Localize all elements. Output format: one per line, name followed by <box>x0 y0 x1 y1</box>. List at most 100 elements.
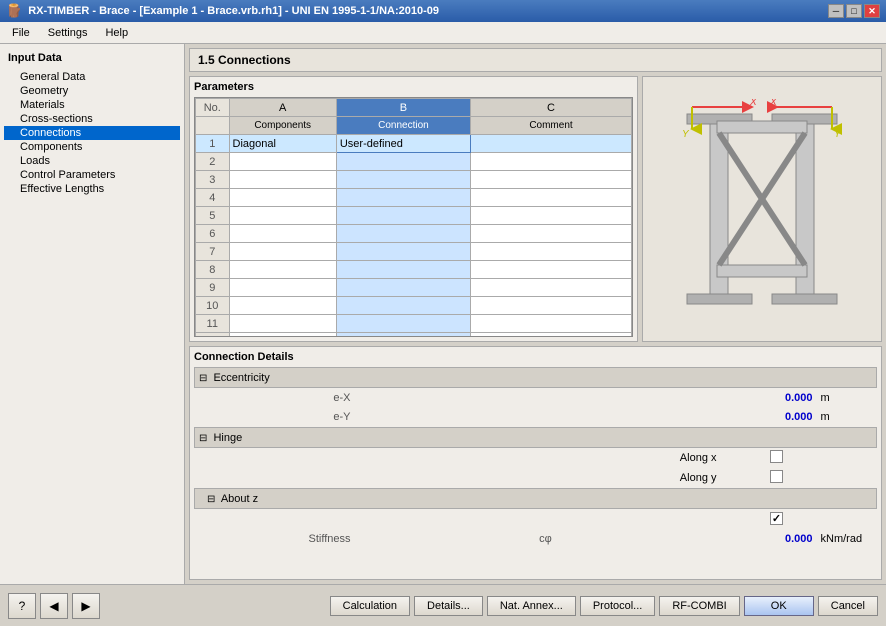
menu-settings[interactable]: Settings <box>40 25 96 41</box>
about-z-checkbox[interactable]: ✓ <box>737 509 817 529</box>
row-11-no: 11 <box>196 315 230 333</box>
connection-details-table: ⊟ Eccentricity e-X 0.000 m e-Y 0.000 <box>194 367 877 549</box>
row-2-connection[interactable] <box>336 153 470 171</box>
row-7-no: 7 <box>196 243 230 261</box>
bottom-bar: ? ◀ ▶ Calculation Details... Nat. Annex.… <box>0 584 886 626</box>
details-button[interactable]: Details... <box>414 596 483 616</box>
table-row[interactable]: 12 <box>196 333 632 338</box>
row-12-no: 12 <box>196 333 230 338</box>
table-container[interactable]: No. A B C Components Connection Comment <box>194 97 633 337</box>
next-button[interactable]: ▶ <box>72 593 100 619</box>
eccentricity-header: ⊟ Eccentricity <box>195 368 877 388</box>
row-6-no: 6 <box>196 225 230 243</box>
bottom-right-buttons: Calculation Details... Nat. Annex... Pro… <box>330 596 878 616</box>
along-x-label: Along x <box>195 448 737 469</box>
table-row[interactable]: 6 <box>196 225 632 243</box>
table-row[interactable]: 10 <box>196 297 632 315</box>
help-button[interactable]: ? <box>8 593 36 619</box>
row-9-no: 9 <box>196 279 230 297</box>
sidebar-item-components[interactable]: Components <box>4 140 180 154</box>
sidebar-item-control-parameters[interactable]: Control Parameters <box>4 168 180 182</box>
col-subheader-no <box>196 117 230 135</box>
about-z-checkbox-row: ✓ <box>195 509 877 529</box>
sidebar-item-cross-sections[interactable]: Cross-sections <box>4 112 180 126</box>
sidebar-item-loads[interactable]: Loads <box>4 154 180 168</box>
row-1-no: 1 <box>196 135 230 153</box>
hinge-collapse-btn[interactable]: ⊟ <box>199 433 207 444</box>
along-y-checkbox[interactable] <box>737 468 817 489</box>
table-row[interactable]: 3 <box>196 171 632 189</box>
along-x-checkbox[interactable] <box>737 448 817 469</box>
prev-button[interactable]: ◀ <box>40 593 68 619</box>
hinge-label: Hinge <box>213 432 242 444</box>
cancel-button[interactable]: Cancel <box>818 596 878 616</box>
ok-button[interactable]: OK <box>744 596 814 616</box>
svg-text:X: X <box>749 99 757 108</box>
menu-help[interactable]: Help <box>97 25 136 41</box>
title-text: RX-TIMBER - Brace - [Example 1 - Brace.v… <box>28 5 439 17</box>
params-table: No. A B C Components Connection Comment <box>195 98 632 337</box>
table-row[interactable]: 7 <box>196 243 632 261</box>
table-row[interactable]: 9 <box>196 279 632 297</box>
ex-value[interactable]: 0.000 <box>737 388 817 408</box>
row-1-component[interactable]: Diagonal <box>229 135 336 153</box>
eccentricity-ey-row: e-Y 0.000 m <box>195 408 877 428</box>
hinge-header: ⊟ Hinge <box>195 428 877 448</box>
col-header-b: B <box>336 99 470 117</box>
sidebar: Input Data General Data Geometry Materia… <box>0 44 185 584</box>
hinge-along-x-row: Along x <box>195 448 877 469</box>
row-2-component[interactable] <box>229 153 336 171</box>
stiffness-symbol: cφ <box>355 529 737 549</box>
sidebar-title: Input Data <box>4 50 180 66</box>
stiffness-value[interactable]: 0.000 <box>737 529 817 549</box>
table-row[interactable]: 11 <box>196 315 632 333</box>
nat-annex-button[interactable]: Nat. Annex... <box>487 596 576 616</box>
sidebar-item-connections[interactable]: Connections <box>4 126 180 140</box>
eccentricity-collapse-btn[interactable]: ⊟ <box>199 373 207 384</box>
table-row[interactable]: 8 <box>196 261 632 279</box>
hinge-along-y-row: Along y <box>195 468 877 489</box>
eccentricity-ex-row: e-X 0.000 m <box>195 388 877 408</box>
about-z-header: ⊟ About z <box>195 489 877 509</box>
table-row[interactable]: 1 Diagonal User-defined <box>196 135 632 153</box>
col-header-a: A <box>229 99 336 117</box>
eccentricity-label: Eccentricity <box>213 372 269 384</box>
main-content: Input Data General Data Geometry Materia… <box>0 44 886 626</box>
app-icon: 🪵 <box>6 3 22 19</box>
row-5-no: 5 <box>196 207 230 225</box>
table-row[interactable]: 4 <box>196 189 632 207</box>
maximize-button[interactable]: □ <box>846 4 862 18</box>
upper-area: Parameters No. A B C <box>189 76 882 342</box>
sidebar-item-effective-lengths[interactable]: Effective Lengths <box>4 182 180 196</box>
stiffness-row: Stiffness cφ 0.000 kNm/rad <box>195 529 877 549</box>
section-title: 1.5 Connections <box>189 48 882 72</box>
row-10-no: 10 <box>196 297 230 315</box>
table-row[interactable]: 2 <box>196 153 632 171</box>
rf-combi-button[interactable]: RF-COMBI <box>659 596 739 616</box>
row-1-comment[interactable] <box>470 135 631 153</box>
ex-unit: m <box>817 388 877 408</box>
row-2-no: 2 <box>196 153 230 171</box>
menu-file[interactable]: File <box>4 25 38 41</box>
ey-unit: m <box>817 408 877 428</box>
params-title: Parameters <box>194 81 633 93</box>
ey-label: e-Y <box>195 408 355 428</box>
table-row[interactable]: 5 <box>196 207 632 225</box>
about-z-label: About z <box>221 493 258 505</box>
col-header-no: No. <box>196 99 230 117</box>
row-1-connection[interactable]: User-defined <box>336 135 470 153</box>
sidebar-item-general-data[interactable]: General Data <box>4 70 180 84</box>
sidebar-item-geometry[interactable]: Geometry <box>4 84 180 98</box>
protocol-button[interactable]: Protocol... <box>580 596 656 616</box>
row-2-comment[interactable] <box>470 153 631 171</box>
bottom-left-buttons: ? ◀ ▶ <box>8 593 100 619</box>
sidebar-item-materials[interactable]: Materials <box>4 98 180 112</box>
svg-text:X: X <box>769 99 777 108</box>
about-z-collapse-btn[interactable]: ⊟ <box>207 494 215 505</box>
close-button[interactable]: ✕ <box>864 4 880 18</box>
minimize-button[interactable]: ─ <box>828 4 844 18</box>
diagram-area: X Y X Y <box>642 76 882 342</box>
ey-value[interactable]: 0.000 <box>737 408 817 428</box>
calculation-button[interactable]: Calculation <box>330 596 410 616</box>
brace-diagram: X Y X Y <box>662 99 862 319</box>
